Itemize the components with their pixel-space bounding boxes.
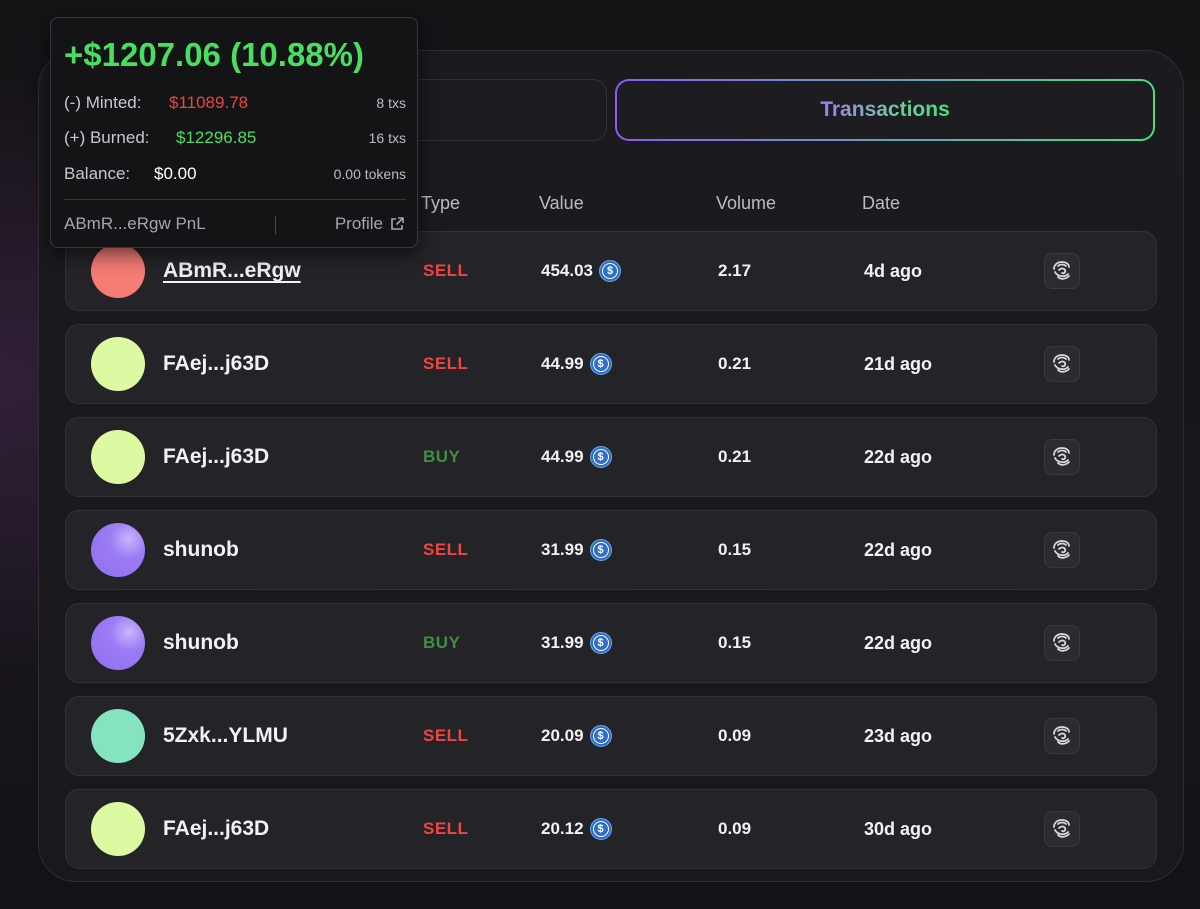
burned-value: $12296.85	[176, 128, 257, 147]
balance-value: $0.00	[154, 164, 197, 183]
date-cell: 4d ago	[864, 260, 923, 281]
avatar[interactable]	[91, 802, 145, 856]
table-row: FAej...j63D SELL 20.12 $ 0.09 30d ago	[65, 789, 1157, 869]
value-amount: 31.99	[541, 540, 584, 559]
value-cell: 20.09 $	[541, 697, 612, 775]
profile-label: Profile	[334, 214, 383, 233]
value-cell: 20.12 $	[541, 790, 612, 868]
table-row: FAej...j63D SELL 44.99 $ 0.21 21d ago	[65, 324, 1157, 404]
trader-name[interactable]: FAej...j63D	[163, 418, 269, 496]
value-cell: 44.99 $	[541, 418, 612, 496]
date-cell: 22d ago	[864, 539, 933, 560]
volume-cell: 0.21	[718, 447, 752, 466]
date-cell: 22d ago	[864, 632, 933, 653]
table-row: shunob SELL 31.99 $ 0.15 22d ago	[65, 510, 1157, 590]
pnl-total: +$1207.06 (10.88%)	[64, 36, 364, 73]
volume-cell: 0.09	[718, 819, 752, 838]
usdc-icon: $	[599, 260, 621, 282]
minted-label: (-) Minted:	[64, 93, 142, 112]
tab-transactions[interactable]: Transactions	[615, 79, 1155, 141]
column-header-type: Type	[421, 193, 461, 213]
solscan-icon[interactable]	[1044, 346, 1080, 382]
volume-cell: 0.09	[718, 726, 752, 745]
avatar[interactable]	[91, 337, 145, 391]
pnl-tooltip: +$1207.06 (10.88%) (-) Minted: $11089.78…	[50, 17, 418, 248]
profile-link[interactable]: Profile	[335, 214, 405, 234]
table-row: shunob BUY 31.99 $ 0.15 22d ago	[65, 603, 1157, 683]
solscan-icon[interactable]	[1044, 718, 1080, 754]
value-amount: 31.99	[541, 633, 584, 652]
balance-line: Balance: $0.00 0.00 tokens	[64, 164, 406, 188]
value-amount: 44.99	[541, 354, 584, 373]
date-cell: 23d ago	[864, 725, 933, 746]
value-amount: 20.12	[541, 819, 584, 838]
value-cell: 454.03 $	[541, 232, 621, 310]
burned-line: (+) Burned: $12296.85 16 txs	[64, 128, 406, 152]
volume-cell: 0.15	[718, 540, 752, 559]
value-cell: 44.99 $	[541, 325, 612, 403]
avatar[interactable]	[91, 244, 145, 298]
pnl-footer-title: ABmR...eRgw PnL	[64, 214, 206, 233]
balance-label: Balance:	[64, 164, 131, 183]
value-amount: 454.03	[541, 261, 593, 280]
usdc-icon: $	[589, 818, 612, 840]
tab-transactions-label: Transactions	[820, 98, 950, 121]
type-badge: SELL	[423, 726, 469, 745]
trader-name[interactable]: 5Zxk...YLMU	[163, 697, 288, 775]
balance-tokens: 0.00 tokens	[333, 166, 406, 182]
table-row: 5Zxk...YLMU SELL 20.09 $ 0.09 23d ago	[65, 696, 1157, 776]
usdc-icon: $	[589, 632, 612, 654]
value-cell: 31.99 $	[541, 604, 612, 682]
column-header-volume: Volume	[716, 193, 777, 213]
minted-line: (-) Minted: $11089.78 8 txs	[64, 93, 406, 117]
burned-txs: 16 txs	[368, 130, 406, 146]
minted-txs: 8 txs	[376, 95, 406, 111]
type-badge: SELL	[423, 354, 469, 373]
value-amount: 44.99	[541, 447, 584, 466]
type-badge: SELL	[423, 819, 469, 838]
date-cell: 21d ago	[864, 353, 933, 374]
type-badge: BUY	[423, 447, 461, 466]
usdc-icon: $	[589, 539, 612, 561]
volume-cell: 0.15	[718, 633, 752, 652]
value-amount: 20.09	[541, 726, 584, 745]
usdc-icon: $	[589, 353, 612, 375]
trader-name[interactable]: FAej...j63D	[163, 790, 269, 868]
value-cell: 31.99 $	[541, 511, 612, 589]
usdc-icon: $	[589, 725, 612, 747]
trader-name[interactable]: shunob	[163, 511, 239, 589]
avatar[interactable]	[91, 709, 145, 763]
table-row: FAej...j63D BUY 44.99 $ 0.21 22d ago	[65, 417, 1157, 497]
burned-label: (+) Burned:	[64, 128, 150, 147]
date-cell: 30d ago	[864, 818, 933, 839]
tooltip-divider	[64, 199, 406, 200]
type-badge: SELL	[423, 261, 469, 280]
minted-value: $11089.78	[169, 93, 249, 112]
avatar[interactable]	[91, 523, 145, 577]
type-badge: SELL	[423, 540, 469, 559]
solscan-icon[interactable]	[1044, 253, 1080, 289]
type-badge: BUY	[423, 633, 461, 652]
trader-name[interactable]: FAej...j63D	[163, 325, 269, 403]
column-header-date: Date	[862, 193, 901, 213]
date-cell: 22d ago	[864, 446, 933, 467]
trader-name[interactable]: shunob	[163, 604, 239, 682]
volume-cell: 0.21	[718, 354, 752, 373]
solscan-icon[interactable]	[1044, 625, 1080, 661]
solscan-icon[interactable]	[1044, 532, 1080, 568]
external-link-icon	[391, 217, 404, 230]
footer-separator	[275, 216, 276, 234]
column-header-value: Value	[539, 193, 584, 213]
volume-cell: 2.17	[718, 261, 752, 280]
usdc-icon: $	[589, 446, 612, 468]
avatar[interactable]	[91, 430, 145, 484]
solscan-icon[interactable]	[1044, 811, 1080, 847]
solscan-icon[interactable]	[1044, 439, 1080, 475]
avatar[interactable]	[91, 616, 145, 670]
